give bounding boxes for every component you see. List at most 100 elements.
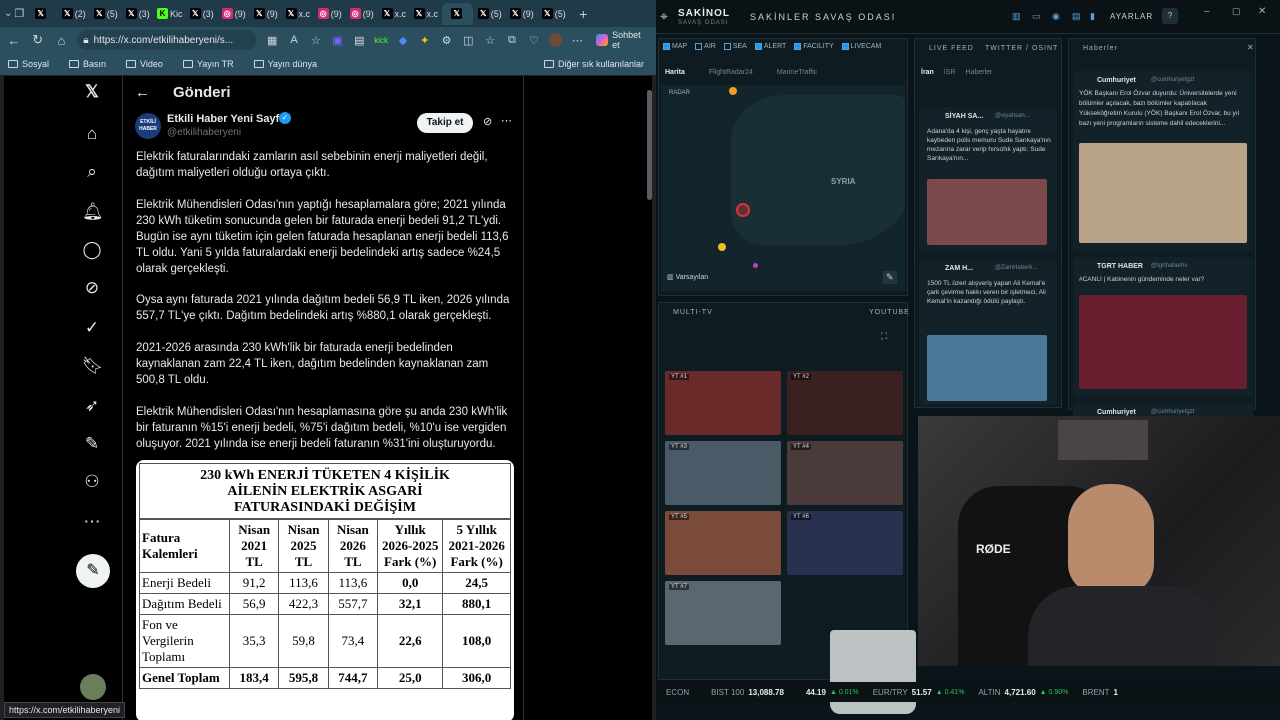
browser-tab[interactable]: 𝕏x.c xyxy=(410,3,441,25)
browser-tab[interactable]: ◎ (9) xyxy=(314,3,345,25)
alert-marker[interactable] xyxy=(736,203,750,217)
browser-tab[interactable]: 𝕏 (5) xyxy=(90,3,121,25)
browser-tab[interactable]: 𝕏 (9) xyxy=(506,3,537,25)
map-filter-toggle[interactable]: ALERT xyxy=(754,43,786,50)
copilot-chat-button[interactable]: Sohbet et xyxy=(596,30,650,50)
tab-actions-icon[interactable]: ⌄ xyxy=(4,8,12,19)
profile-nav-icon[interactable]: ⚇ xyxy=(82,472,102,492)
notifications-nav-icon[interactable]: 🔔︎ xyxy=(82,202,104,222)
news-close-icon[interactable]: ✕ xyxy=(1247,43,1254,52)
home-icon[interactable]: ⌂ xyxy=(54,33,70,48)
tv-tile[interactable]: YT #4 xyxy=(787,441,903,505)
map-footer[interactable]: ▥ Varsayılan xyxy=(667,273,708,281)
tv-tile[interactable]: YT #5 xyxy=(665,511,781,575)
url-field[interactable]: 🔒︎ https://x.com/etkilihaberyeni/s... xyxy=(77,30,258,50)
messages-nav-icon[interactable]: ◯ xyxy=(82,240,102,260)
tv-icon[interactable]: ▭ xyxy=(1032,11,1041,22)
grok-icon[interactable]: ⊘ xyxy=(483,115,492,128)
feed-image[interactable] xyxy=(927,335,1047,401)
tv-tile[interactable]: YT #7 xyxy=(665,581,781,645)
extension-3-icon[interactable]: kick xyxy=(374,36,388,45)
x-logo-icon[interactable]: 𝕏 xyxy=(82,82,102,102)
map-filter-toggle[interactable]: AIR xyxy=(695,43,716,50)
extension-2-icon[interactable]: ▤ xyxy=(352,34,366,47)
post-more-icon[interactable]: ⋯ xyxy=(501,114,512,127)
rss-icon[interactable]: ◉ xyxy=(1052,11,1060,22)
favorites-icon[interactable]: ☆ xyxy=(483,34,497,47)
marker-1[interactable] xyxy=(729,87,737,95)
help-button[interactable]: ? xyxy=(1162,8,1178,24)
feed-tab[interactable]: İSR xyxy=(944,69,956,76)
browser-tab[interactable]: 𝕏 xyxy=(442,2,474,25)
map-filter-toggle[interactable]: FACILITY xyxy=(794,43,834,50)
bookmark-folder[interactable]: Sosyal xyxy=(8,59,49,69)
browser-tab[interactable]: 𝕏 (5) xyxy=(474,3,505,25)
browser-tab[interactable]: 𝕏 xyxy=(26,3,57,25)
browser-tab[interactable]: 𝕏x.c xyxy=(378,3,409,25)
more-icon[interactable]: ⋯ xyxy=(570,34,584,47)
author-name[interactable]: Etkili Haber Yeni Sayfa xyxy=(167,113,285,125)
tv-tile[interactable]: YT #2 xyxy=(787,371,903,435)
profile-avatar[interactable] xyxy=(548,33,563,47)
settings-button[interactable]: AYARLAR xyxy=(1110,12,1153,21)
marker-3[interactable] xyxy=(753,263,758,268)
bookmark-folder[interactable]: Video xyxy=(126,59,163,69)
extension-4-icon[interactable]: ◆ xyxy=(396,34,410,47)
map-filter-toggle[interactable]: SEA xyxy=(723,43,747,50)
feed-image[interactable] xyxy=(927,179,1047,245)
browser-tab[interactable]: ◎ (9) xyxy=(218,3,249,25)
browser-tab[interactable]: K Kic xyxy=(154,3,185,25)
feed-card[interactable]: ZAM H... @ZamHaberk... 1500 TL üzeri alışv… xyxy=(919,259,1057,405)
grid-icon[interactable]: ▦ xyxy=(265,34,279,47)
read-aloud-icon[interactable]: A xyxy=(287,34,301,46)
extension-6-icon[interactable]: ⚙ xyxy=(440,34,454,47)
grok-nav-icon[interactable]: ⊘ xyxy=(82,278,102,298)
expand-icon[interactable]: ⛶ xyxy=(881,331,887,342)
map-filter-toggle[interactable]: MAP xyxy=(663,43,687,50)
bookmark-folder[interactable]: Basın xyxy=(69,59,106,69)
split-screen-icon[interactable]: ◫ xyxy=(461,34,475,47)
news-card[interactable]: Cumhuriyet @cumhuriyetgzt YÖK Başkanı Erol… xyxy=(1073,71,1253,251)
more-nav-icon[interactable]: ⋯ xyxy=(82,512,102,532)
edit-map-icon[interactable]: ✎ xyxy=(883,271,897,284)
articles-nav-icon[interactable]: ✎ xyxy=(82,434,102,454)
chart-icon[interactable]: ▮ xyxy=(1090,11,1095,22)
scrollbar[interactable] xyxy=(647,90,652,200)
tv-tile[interactable]: YT #3 xyxy=(665,441,781,505)
browser-tab[interactable]: 𝕏 (9) xyxy=(250,3,281,25)
map-tab[interactable]: FlightRadar24 xyxy=(709,69,753,76)
feed-card[interactable]: SİYAH SA... @siyahsan... Adana'da 4 kişi, … xyxy=(919,107,1057,253)
marker-2[interactable] xyxy=(718,243,726,251)
premium-nav-icon[interactable]: ✓ xyxy=(82,318,102,338)
map-view[interactable]: RADAR SYRIA ▥ Varsayılan ✎ xyxy=(661,85,905,291)
jobs-nav-icon[interactable]: ➶ xyxy=(82,396,102,416)
feed-tab[interactable]: İran xyxy=(921,69,934,76)
browser-tab[interactable]: 𝕏 (3) xyxy=(122,3,153,25)
tv-tile[interactable]: YT #6 xyxy=(787,511,903,575)
post-image[interactable]: 230 kWh ENERJİ TÜKETEN 4 KİŞİLİK AİLENİN… xyxy=(136,460,514,720)
extension-5-icon[interactable]: ✦ xyxy=(418,34,432,47)
author-handle[interactable]: @etkilihaberyeni xyxy=(167,127,241,138)
news-image[interactable] xyxy=(1079,143,1247,243)
heart-icon[interactable]: ♡ xyxy=(527,34,541,47)
workspaces-icon[interactable]: ❐ xyxy=(14,7,24,20)
bookmark-folder[interactable]: Yayın TR xyxy=(182,59,234,69)
stream-minimize-button[interactable]: – xyxy=(1204,6,1210,17)
bookmarks-nav-icon[interactable]: 🔖︎ xyxy=(82,356,104,376)
home-nav-icon[interactable]: ⌂ xyxy=(82,124,102,144)
new-tab-button[interactable]: + xyxy=(579,6,587,22)
author-avatar[interactable]: ETKİLİ HABER xyxy=(135,113,161,139)
stream-maximize-button[interactable]: ▢ xyxy=(1232,6,1241,17)
other-bookmarks[interactable]: Diğer sık kullanılanlar xyxy=(543,59,644,69)
map-tab[interactable]: MarineTraffic xyxy=(777,69,817,76)
browser-tab[interactable]: ◎ (9) xyxy=(346,3,377,25)
favorite-icon[interactable]: ☆ xyxy=(309,34,323,47)
explore-nav-icon[interactable]: ⌕ xyxy=(82,162,102,182)
reload-icon[interactable]: ↻ xyxy=(30,32,46,48)
browser-tab[interactable]: 𝕏 (5) xyxy=(538,3,569,25)
map-icon[interactable]: ▥ xyxy=(1012,11,1021,22)
extension-1-icon[interactable]: ▣ xyxy=(331,34,345,47)
news-image[interactable] xyxy=(1079,295,1247,389)
feed-tab[interactable]: Haberler xyxy=(966,69,993,76)
bookmark-folder[interactable]: Yayın dünya xyxy=(253,59,317,69)
